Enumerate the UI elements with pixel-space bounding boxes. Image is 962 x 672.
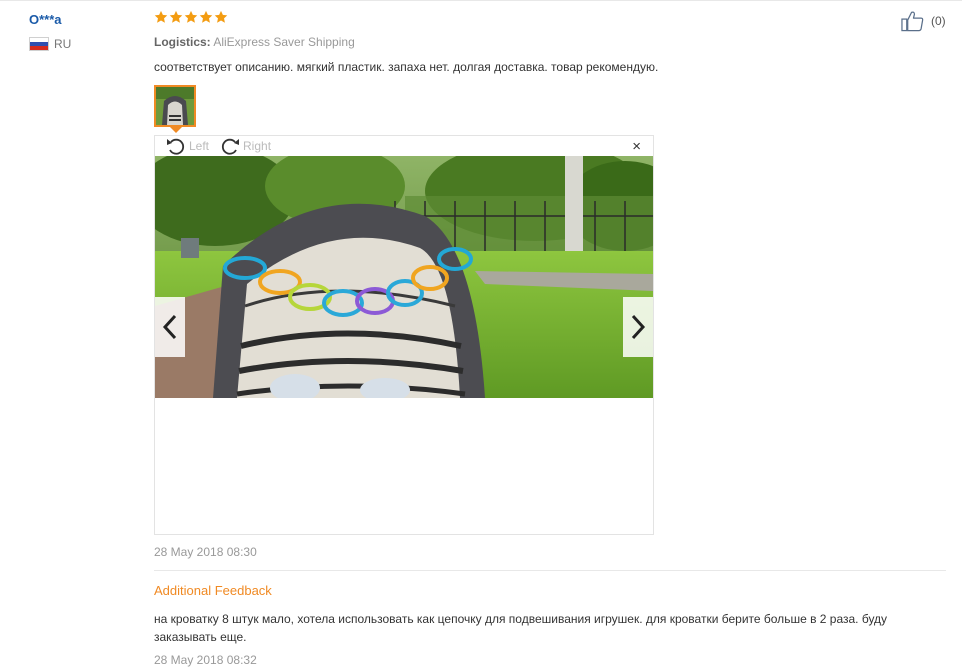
logistics-label: Logistics: <box>154 35 211 49</box>
country-code: RU <box>54 37 72 51</box>
review-date: 28 May 2018 08:30 <box>154 545 257 559</box>
reviewer-country: RU <box>29 37 71 51</box>
section-divider <box>154 570 946 571</box>
reviewer-name-text[interactable]: O***a <box>29 12 62 27</box>
rotate-right-button[interactable]: Right <box>219 136 271 156</box>
star-icon <box>214 10 228 24</box>
review-photo <box>155 156 653 398</box>
rotate-left-button[interactable]: Left <box>165 136 209 156</box>
top-divider <box>0 0 962 1</box>
additional-feedback-title: Additional Feedback <box>154 583 272 598</box>
chevron-left-icon <box>162 314 177 340</box>
next-photo-button[interactable] <box>623 297 653 357</box>
chevron-right-icon <box>631 314 646 340</box>
rotate-left-icon <box>167 138 185 155</box>
star-icon <box>169 10 183 24</box>
star-icon <box>199 10 213 24</box>
star-icon <box>154 10 168 24</box>
rotate-left-label: Left <box>189 139 210 153</box>
like-count: (0) <box>931 14 946 28</box>
close-viewer-button[interactable]: × <box>632 139 641 154</box>
reviewer-name[interactable]: O***a <box>29 11 62 29</box>
logistics-value: AliExpress Saver Shipping <box>213 35 355 49</box>
like-button[interactable]: (0) <box>901 10 946 32</box>
review-photo-thumbnail[interactable] <box>154 85 196 127</box>
additional-feedback-text: на кроватку 8 штук мало, хотела использо… <box>154 612 888 644</box>
previous-photo-button[interactable] <box>155 297 185 357</box>
star-icon <box>184 10 198 24</box>
rotate-right-label: Right <box>243 139 272 153</box>
logistics-info: Logistics: AliExpress Saver Shipping <box>154 35 355 49</box>
star-rating <box>154 10 228 24</box>
rotate-right-icon <box>221 138 240 155</box>
russia-flag-icon <box>29 37 49 51</box>
thumbs-up-icon[interactable] <box>901 10 924 32</box>
additional-feedback-date: 28 May 2018 08:32 <box>154 653 257 667</box>
thumbnail-selected-indicator <box>170 127 182 133</box>
photo-viewer: Left Right × <box>154 135 654 535</box>
rotate-controls: Left Right <box>165 136 271 156</box>
review-text: соответствует описанию. мягкий пластик. … <box>154 60 659 74</box>
